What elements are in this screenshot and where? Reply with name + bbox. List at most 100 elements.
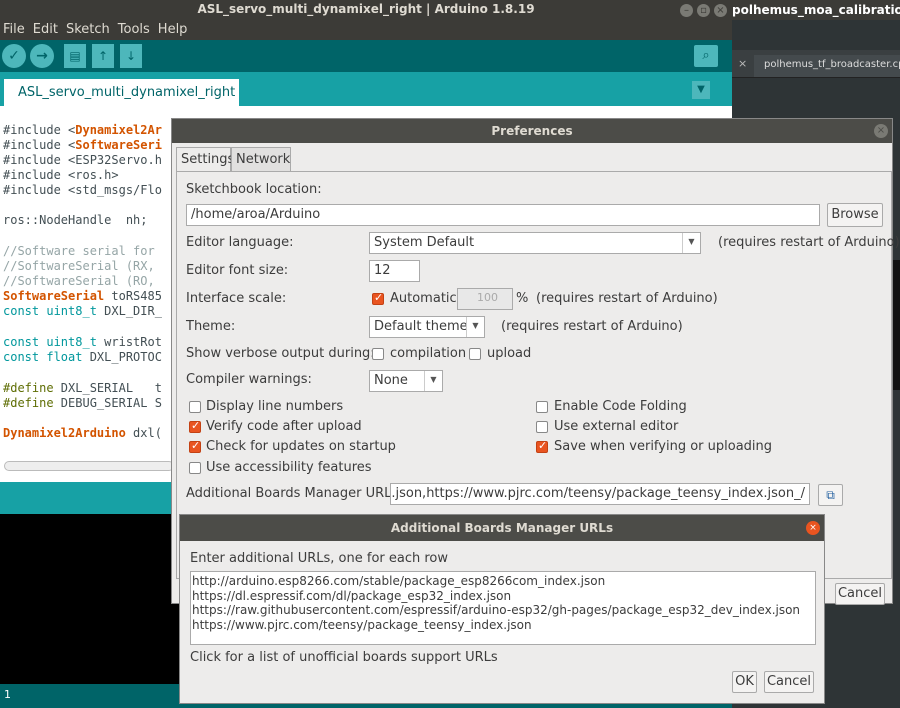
url-edit-icon[interactable]: ⧉	[818, 484, 843, 506]
code-line: #include <ros.h>	[3, 168, 119, 182]
code-folding-label: Enable Code Folding	[554, 399, 687, 414]
url-row: https://dl.espressif.com/dl/package_esp3…	[192, 588, 512, 603]
menu-tools[interactable]: Tools	[114, 20, 154, 37]
automatic-checkbox[interactable]	[372, 291, 384, 305]
close-icon[interactable]: ×	[874, 124, 888, 138]
language-restart-note: (requires restart of Arduino)	[718, 235, 900, 250]
close-icon[interactable]: ×	[806, 521, 820, 535]
tab-settings[interactable]: Settings	[176, 147, 234, 171]
code-line: #include <std_msgs/Flo	[3, 183, 162, 197]
chevron-down-icon: ▼	[682, 233, 700, 253]
compilation-label: compilation	[390, 346, 467, 361]
sketch-tab[interactable]: ASL_servo_multi_dynamixel_right	[4, 79, 239, 106]
boards-urls-dialog: Additional Boards Manager URLs × Enter a…	[179, 514, 825, 704]
theme-select[interactable]: Default theme ▼	[369, 316, 485, 338]
os-titlebar: ASL_servo_multi_dynamixel_right | Arduin…	[0, 0, 900, 20]
boards-cancel-button[interactable]: Cancel	[764, 671, 814, 693]
warnings-label: Compiler warnings:	[186, 372, 312, 387]
ok-button[interactable]: OK	[732, 671, 757, 693]
font-size-label: Editor font size:	[186, 263, 289, 278]
editor-language-value: System Default	[374, 235, 475, 250]
accessibility-checkbox[interactable]	[189, 462, 201, 474]
upload-icon[interactable]: →	[30, 44, 54, 68]
external-editor-checkbox[interactable]	[536, 421, 548, 433]
code-line: #include <SoftwareSeri	[3, 138, 162, 152]
scale-restart-note: (requires restart of Arduino)	[536, 291, 718, 306]
check-updates-checkbox[interactable]	[189, 439, 201, 453]
preferences-title: Preferences	[172, 119, 892, 143]
open-icon[interactable]: ↑	[92, 44, 114, 68]
warnings-value: None	[374, 373, 408, 388]
percent-label: %	[516, 291, 529, 306]
unofficial-boards-link[interactable]: Click for a list of unofficial boards su…	[190, 650, 498, 665]
close-icon[interactable]: ×	[738, 57, 747, 70]
verbose-compilation-checkbox[interactable]	[372, 348, 384, 360]
menu-sketch[interactable]: Sketch	[62, 20, 114, 37]
warnings-select[interactable]: None ▼	[369, 370, 443, 392]
tab-menu-icon[interactable]: ▼	[692, 81, 710, 99]
background-panel	[892, 260, 900, 390]
code-folding-checkbox[interactable]	[536, 401, 548, 413]
window-title: ASL_servo_multi_dynamixel_right | Arduin…	[197, 2, 535, 16]
verify-icon[interactable]: ✓	[2, 44, 26, 68]
background-window-title: polhemus_moa_calibration.launch	[732, 3, 900, 17]
theme-label: Theme:	[186, 319, 236, 334]
sketchbook-label: Sketchbook location:	[186, 182, 322, 197]
code-line: Dynamixel2Arduino dxl(	[3, 426, 162, 440]
code-line: #define DEBUG_SERIAL S	[3, 396, 162, 410]
code-line: const uint8_t wristRot	[3, 335, 162, 349]
sketchbook-path-input[interactable]: /home/aroa/Arduino	[186, 204, 820, 226]
menu-edit[interactable]: Edit	[29, 20, 62, 37]
menu-file[interactable]: File	[0, 20, 29, 37]
code-line: //SoftwareSerial (RX,	[3, 259, 155, 273]
external-editor-label: Use external editor	[554, 419, 679, 434]
url-row: https://raw.githubusercontent.com/espres…	[192, 603, 801, 618]
code-line: #define DXL_SERIAL t	[3, 381, 162, 395]
line-numbers-label: Display line numbers	[206, 399, 344, 414]
urls-textarea[interactable]: http://arduino.esp8266.com/stable/packag…	[190, 571, 816, 645]
verbose-upload-checkbox[interactable]	[469, 348, 481, 360]
minimize-button[interactable]: –	[680, 4, 693, 17]
verbose-label: Show verbose output during:	[186, 346, 375, 361]
theme-restart-note: (requires restart of Arduino)	[501, 319, 683, 334]
horizontal-scrollbar[interactable]	[4, 461, 174, 471]
serial-monitor-icon[interactable]: ⌕	[694, 45, 718, 67]
save-verifying-label: Save when verifying or uploading	[554, 439, 773, 454]
maximize-button[interactable]: ▫	[697, 4, 710, 17]
browse-button[interactable]: Browse	[827, 203, 883, 227]
verify-code-label: Verify code after upload	[206, 419, 362, 434]
theme-value: Default theme	[374, 319, 468, 334]
automatic-label: Automatic	[390, 291, 457, 306]
code-line: #include <Dynamixel2Ar	[3, 123, 162, 137]
code-line: const float DXL_PROTOC	[3, 350, 162, 364]
interface-scale-label: Interface scale:	[186, 291, 287, 306]
verify-code-checkbox[interactable]	[189, 419, 201, 433]
chevron-down-icon: ▼	[424, 371, 442, 391]
background-tab[interactable]: polhemus_tf_broadcaster.cpp	[754, 55, 900, 77]
editor-language-select[interactable]: System Default ▼	[369, 232, 701, 254]
code-line: SoftwareSerial toRS485	[3, 289, 162, 303]
editor-language-label: Editor language:	[186, 235, 294, 250]
window-controls: – ▫ ×	[680, 2, 731, 17]
sketch-tabbar: ASL_servo_multi_dynamixel_right ▼	[0, 72, 732, 106]
new-icon[interactable]: ▤	[64, 44, 86, 68]
scale-input[interactable]: 100	[457, 288, 513, 310]
upload-label: upload	[487, 346, 532, 361]
boards-urls-input[interactable]: /_index.json,https://www.pjrc.com/teensy…	[390, 483, 810, 505]
code-line: const uint8_t DXL_DIR_	[3, 304, 162, 318]
menu-help[interactable]: Help	[154, 20, 192, 37]
boards-instruction: Enter additional URLs, one for each row	[190, 551, 449, 566]
url-row: https://www.pjrc.com/teensy/package_teen…	[192, 617, 532, 632]
url-row: http://arduino.esp8266.com/stable/packag…	[192, 574, 606, 588]
close-window-button[interactable]: ×	[714, 4, 727, 17]
save-verifying-checkbox[interactable]	[536, 439, 548, 453]
tab-network[interactable]: Network	[231, 147, 291, 171]
line-numbers-checkbox[interactable]	[189, 401, 201, 413]
boards-dialog-title: Additional Boards Manager URLs	[180, 515, 824, 541]
prefs-cancel-button[interactable]: Cancel	[835, 583, 885, 605]
save-icon[interactable]: ↓	[120, 44, 142, 68]
code-line: ros::NodeHandle nh;	[3, 213, 148, 227]
accessibility-label: Use accessibility features	[206, 460, 372, 475]
font-size-input[interactable]: 12	[369, 260, 420, 282]
code-line: //Software serial for	[3, 244, 155, 258]
